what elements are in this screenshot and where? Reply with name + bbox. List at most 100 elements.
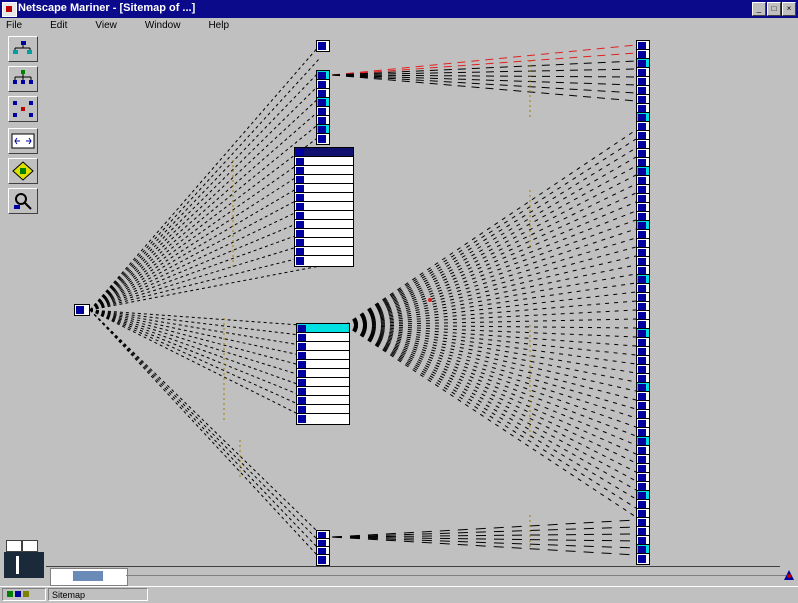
link-line	[344, 219, 637, 326]
link-line	[89, 122, 321, 311]
link-line	[89, 309, 319, 541]
link-line	[344, 138, 637, 326]
page-icon	[318, 42, 326, 50]
fit-view-icon	[11, 133, 35, 149]
link-line	[344, 174, 637, 326]
navigator-icon[interactable]	[782, 568, 796, 582]
link-line	[89, 148, 321, 311]
link-line	[344, 264, 637, 326]
link-line	[89, 44, 321, 311]
map-canvas[interactable]	[0, 0, 798, 602]
search-person-icon	[14, 193, 32, 210]
status-bar: Sitemap	[0, 586, 798, 603]
link-line	[89, 226, 321, 311]
app-window: Netscape Mariner - [Sitemap of ...] _ □ …	[0, 0, 798, 603]
thumbnail-image	[73, 571, 103, 581]
page-icon	[296, 257, 304, 265]
leaf-node[interactable]	[636, 553, 650, 565]
page-icon	[298, 415, 306, 423]
link-line	[344, 192, 637, 326]
horizontal-scrollbar[interactable]	[46, 566, 786, 586]
link-line	[89, 309, 301, 356]
link-line	[344, 324, 637, 329]
page-icon	[318, 135, 326, 143]
focus-marker	[428, 298, 432, 302]
status-pane-2: Sitemap	[48, 588, 148, 601]
overview-toggle-1[interactable]	[6, 540, 22, 552]
link-line	[344, 165, 637, 326]
radial-icon	[13, 101, 33, 117]
link-line	[344, 324, 637, 491]
link-line	[344, 324, 637, 401]
link-line	[331, 44, 637, 76]
thumbnail-panel[interactable]	[50, 568, 128, 586]
link-line	[344, 324, 637, 473]
link-line	[89, 200, 321, 311]
link-line	[344, 324, 637, 410]
link-line	[89, 109, 321, 311]
link-line	[344, 201, 637, 326]
link-line	[89, 187, 321, 311]
link-line	[344, 324, 637, 446]
hierarchy-icon	[13, 70, 33, 84]
search-button[interactable]	[8, 188, 38, 214]
link-line	[344, 147, 637, 326]
diamond-icon	[12, 161, 34, 181]
link-line	[89, 309, 301, 326]
link-line	[89, 83, 321, 311]
link-line	[344, 228, 637, 326]
page-icon	[76, 306, 84, 314]
link-line	[89, 309, 301, 366]
bottom-node[interactable]	[316, 554, 330, 566]
overview-pane[interactable]	[4, 552, 44, 578]
tree-layout-icon	[13, 41, 32, 54]
link-line	[89, 309, 301, 336]
link-line	[89, 309, 319, 533]
link-line	[89, 309, 301, 346]
top-node[interactable]	[316, 40, 330, 52]
page-icon	[638, 555, 646, 563]
link-line	[89, 309, 301, 386]
link-line	[89, 239, 321, 311]
link-line	[331, 52, 637, 76]
root-node[interactable]	[74, 304, 90, 316]
link-line	[344, 324, 637, 509]
hierarchy-layout-button[interactable]	[8, 66, 38, 92]
layout-toolbar	[8, 36, 46, 216]
link-line	[344, 324, 637, 419]
link-line	[89, 309, 319, 549]
overview-controls	[0, 540, 46, 580]
link-line	[344, 324, 637, 518]
link-line	[344, 129, 637, 326]
upper-column-node[interactable]	[316, 133, 330, 145]
scroll-track	[126, 575, 786, 576]
link-line	[89, 309, 319, 557]
upper-cluster-node[interactable]	[294, 255, 354, 267]
link-line	[344, 324, 637, 374]
link-line	[89, 213, 321, 311]
link-line	[344, 255, 637, 326]
link-line	[344, 324, 637, 464]
status-icon	[7, 591, 29, 597]
link-line	[344, 324, 637, 437]
middle-cluster-node[interactable]	[296, 413, 350, 425]
link-line	[331, 60, 637, 76]
link-line	[89, 309, 301, 406]
link-line	[331, 74, 637, 102]
status-pane-1	[2, 588, 46, 601]
link-line	[344, 237, 637, 326]
fit-view-button[interactable]	[8, 128, 38, 154]
highlight-button[interactable]	[8, 158, 38, 184]
link-line	[89, 309, 301, 376]
link-line	[89, 135, 321, 311]
radial-layout-button[interactable]	[8, 96, 38, 122]
tree-layout-button[interactable]	[8, 36, 38, 62]
link-line	[89, 174, 321, 311]
overview-toggle-2[interactable]	[22, 540, 38, 552]
link-line	[344, 324, 637, 482]
link-line	[89, 309, 301, 396]
link-line	[89, 96, 321, 311]
link-line	[344, 318, 637, 326]
link-line	[344, 324, 637, 383]
link-line	[89, 70, 321, 311]
